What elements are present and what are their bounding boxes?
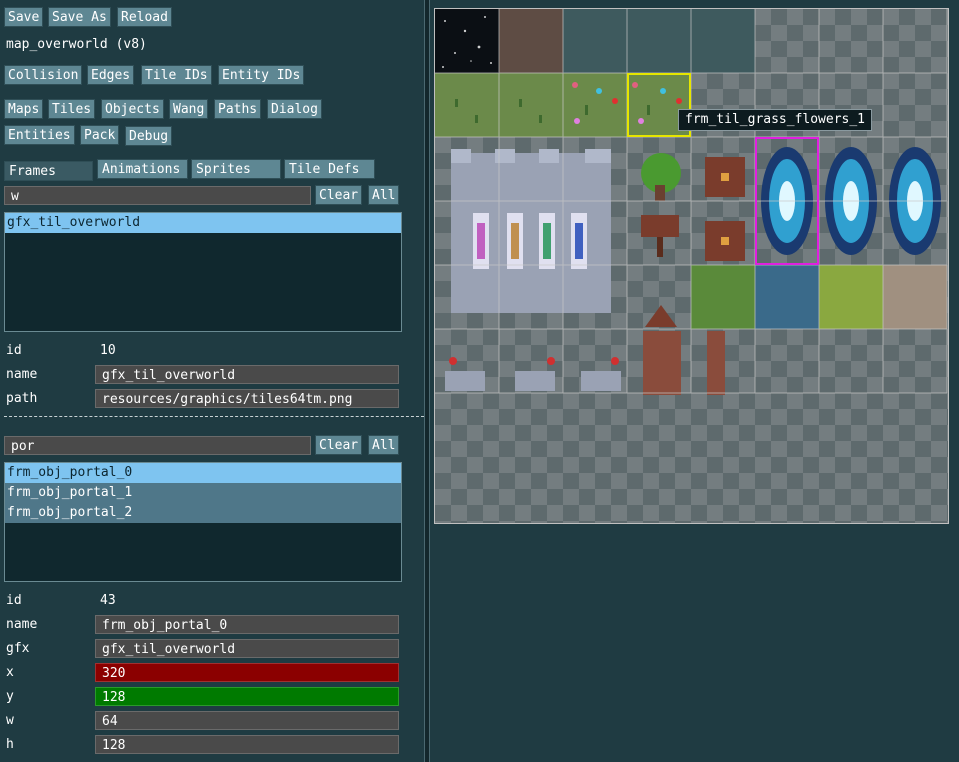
door-tile [707, 331, 725, 395]
frame-name-field[interactable]: frm_obj_portal_0 [95, 615, 399, 634]
gfx-clear-button[interactable]: Clear [315, 185, 363, 205]
separator [4, 416, 424, 417]
frame-list-item[interactable]: frm_obj_portal_0 [5, 463, 401, 483]
gfx-path-label: path [6, 391, 38, 406]
gfx-name-label: name [6, 367, 38, 382]
frame-list-item[interactable]: frm_obj_portal_2 [5, 503, 401, 523]
dirt-pile-tile [645, 305, 677, 327]
water-tile [563, 9, 627, 73]
water-tile [691, 9, 755, 73]
tileset-canvas[interactable]: frm_til_grass_flowers_1 [434, 8, 949, 524]
entity-ids-toggle[interactable]: Entity IDs [218, 65, 305, 85]
frame-id-value: 43 [100, 593, 116, 608]
grass-tile [435, 73, 499, 137]
tab-sprites[interactable]: Sprites [191, 159, 281, 179]
edges-toggle[interactable]: Edges [87, 65, 135, 85]
water-tile [627, 9, 691, 73]
gfx-search-input[interactable]: w [4, 186, 311, 205]
gfx-list-item[interactable]: gfx_til_overworld [5, 213, 401, 233]
save-button[interactable]: Save [4, 7, 44, 27]
frame-w-field[interactable]: 64 [95, 711, 399, 730]
frame-gfx-label: gfx [6, 641, 30, 656]
tileset-image[interactable] [435, 9, 949, 524]
lever-tile [515, 371, 555, 391]
tile-tooltip: frm_til_grass_flowers_1 [678, 109, 873, 131]
cobble-tile [883, 265, 947, 329]
left-panel: Save Save As Reload map_overworld (v8) C… [0, 0, 424, 762]
tab-frames[interactable]: Frames [4, 161, 93, 181]
gfx-id-value: 10 [100, 343, 116, 358]
frame-list[interactable]: frm_obj_portal_0 frm_obj_portal_1 frm_ob… [4, 462, 402, 582]
nav-debug[interactable]: Debug [125, 126, 173, 146]
tall-grass-tile [691, 265, 755, 329]
sign-tile [641, 215, 679, 237]
gfx-id-label: id [6, 343, 22, 358]
frame-x-label: x [6, 665, 14, 680]
frame-gfx-field[interactable]: gfx_til_overworld [95, 639, 399, 658]
frame-h-field[interactable]: 128 [95, 735, 399, 754]
frame-y-field[interactable]: 128 [95, 687, 399, 706]
save-as-button[interactable]: Save As [48, 7, 111, 27]
reload-button[interactable]: Reload [117, 7, 172, 27]
grass-tile [499, 73, 563, 137]
collision-toggle[interactable]: Collision [4, 65, 83, 85]
gfx-list[interactable]: gfx_til_overworld [4, 212, 402, 332]
nav-dialog[interactable]: Dialog [267, 99, 322, 119]
frame-all-button[interactable]: All [368, 435, 400, 455]
nav-entities[interactable]: Entities [4, 125, 75, 145]
frame-list-item[interactable]: frm_obj_portal_1 [5, 483, 401, 503]
frame-w-label: w [6, 713, 14, 728]
frame-clear-button[interactable]: Clear [315, 435, 363, 455]
lever-tile [445, 371, 485, 391]
frame-name-label: name [6, 617, 38, 632]
nav-wang[interactable]: Wang [169, 99, 209, 119]
nav-paths[interactable]: Paths [214, 99, 262, 119]
lever-tile [581, 371, 621, 391]
tab-animations[interactable]: Animations [97, 159, 188, 179]
frame-h-label: h [6, 737, 14, 752]
nav-tiles[interactable]: Tiles [48, 99, 96, 119]
frame-x-field[interactable]: 320 [95, 663, 399, 682]
frame-y-label: y [6, 689, 14, 704]
frame-search-input[interactable]: por [4, 436, 311, 455]
frame-id-label: id [6, 593, 22, 608]
tile-ids-toggle[interactable]: Tile IDs [141, 65, 212, 85]
gfx-all-button[interactable]: All [368, 185, 400, 205]
tileset-panel: frm_til_grass_flowers_1 [430, 0, 959, 762]
nav-objects[interactable]: Objects [101, 99, 164, 119]
gfx-path-field[interactable]: resources/graphics/tiles64tm.png [95, 389, 399, 408]
tab-tile-defs[interactable]: Tile Defs [284, 159, 375, 179]
nav-maps[interactable]: Maps [4, 99, 44, 119]
grass-flowers-tile [563, 73, 627, 137]
starfield-tile [435, 9, 499, 73]
light-grass-tile [819, 265, 883, 329]
dirt-tile [499, 9, 563, 73]
nav-pack[interactable]: Pack [80, 125, 120, 145]
gfx-name-field[interactable]: gfx_til_overworld [95, 365, 399, 384]
door-tile [643, 331, 681, 395]
map-title: map_overworld (v8) [6, 37, 147, 52]
deep-water-tile [755, 265, 819, 329]
